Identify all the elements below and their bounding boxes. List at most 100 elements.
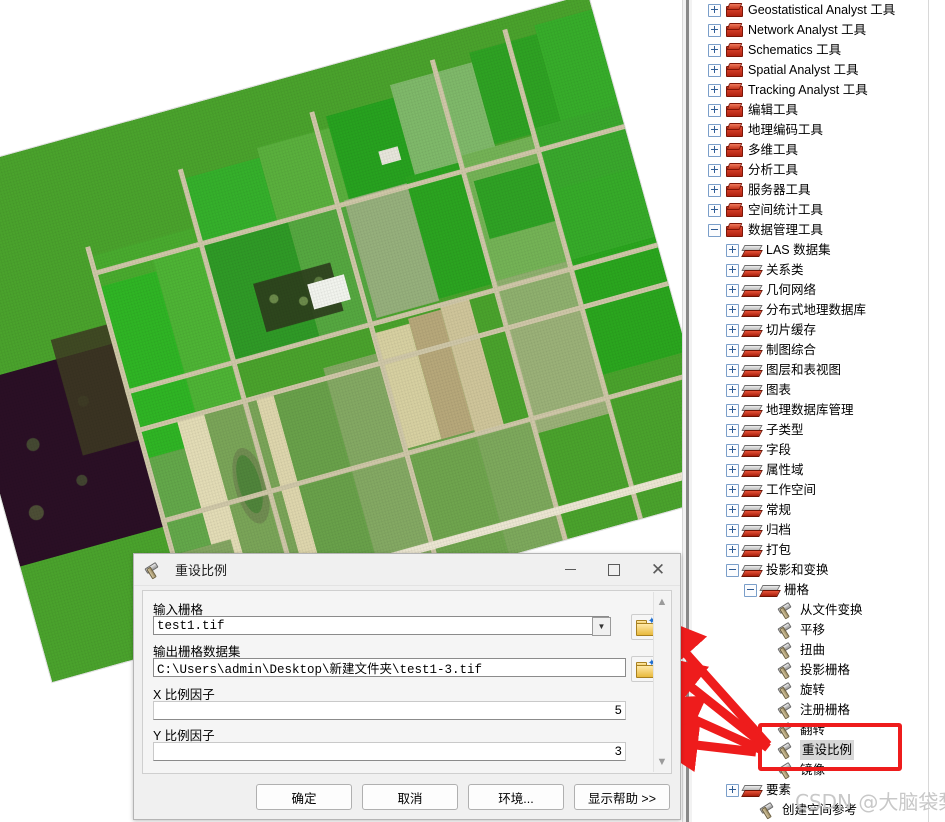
tree-item-29[interactable]: 栅格 [692, 580, 928, 600]
close-button[interactable]: ✕ [636, 555, 680, 585]
expander-plus-icon[interactable] [726, 343, 739, 357]
input-raster-dropdown[interactable]: ▼ [592, 617, 611, 636]
cancel-button[interactable]: 取消 [362, 784, 458, 810]
toolset-icon [743, 322, 761, 338]
geoprocessing-dialog[interactable]: 重设比例 ✕ 输入栅格 test1.tif ▼ ✦ 输出栅格数据集 C:\Use… [133, 553, 681, 820]
expander-minus-icon[interactable] [726, 563, 739, 577]
tree-item-24[interactable]: 工作空间 [692, 480, 928, 500]
expander-plus-icon[interactable] [708, 143, 721, 157]
tree-item-8[interactable]: 分析工具 [692, 160, 928, 180]
toolset-icon [743, 542, 761, 558]
expander-minus-icon[interactable] [708, 223, 721, 237]
tree-item-37[interactable]: 重设比例 [692, 740, 928, 760]
toolset-icon [743, 382, 761, 398]
toolbox-icon [725, 2, 743, 18]
expander-plus-icon[interactable] [708, 63, 721, 77]
expander-plus-icon[interactable] [726, 463, 739, 477]
chevron-down-icon[interactable]: ▼ [654, 754, 670, 770]
tree-item-label: Network Analyst 工具 [748, 23, 867, 37]
tree-item-39[interactable]: 要素 [692, 780, 928, 800]
tree-item-18[interactable]: 图层和表视图 [692, 360, 928, 380]
hammer-icon [777, 682, 795, 698]
tree-item-34[interactable]: 旋转 [692, 680, 928, 700]
tree-item-0[interactable]: Geostatistical Analyst 工具 [692, 0, 928, 20]
expander-plus-icon[interactable] [708, 83, 721, 97]
environments-button[interactable]: 环境... [468, 784, 564, 810]
tree-item-31[interactable]: 平移 [692, 620, 928, 640]
tree-item-28[interactable]: 投影和变换 [692, 560, 928, 580]
expander-plus-icon[interactable] [708, 203, 721, 217]
expander-plus-icon[interactable] [726, 443, 739, 457]
expander-plus-icon[interactable] [726, 263, 739, 277]
tree-item-11[interactable]: 数据管理工具 [692, 220, 928, 240]
tree-item-23[interactable]: 属性域 [692, 460, 928, 480]
expander-plus-icon[interactable] [726, 523, 739, 537]
dialog-scrollbar[interactable]: ▲ ▼ [653, 592, 670, 772]
tree-item-label: 图层和表视图 [766, 363, 842, 377]
tree-item-16[interactable]: 切片缓存 [692, 320, 928, 340]
tree-item-25[interactable]: 常规 [692, 500, 928, 520]
tree-item-4[interactable]: Tracking Analyst 工具 [692, 80, 928, 100]
expander-plus-icon[interactable] [726, 323, 739, 337]
hammer-icon [777, 622, 795, 638]
splitter-grip[interactable] [686, 0, 689, 822]
tree-item-17[interactable]: 制图综合 [692, 340, 928, 360]
tree-item-1[interactable]: Network Analyst 工具 [692, 20, 928, 40]
x-scale-factor-field[interactable]: 5 [153, 701, 626, 720]
expander-plus-icon[interactable] [726, 503, 739, 517]
expander-plus-icon[interactable] [708, 3, 721, 17]
show-help-button[interactable]: 显示帮助 >> [574, 784, 670, 810]
arctoolbox-tree[interactable]: Geostatistical Analyst 工具 Network Analyst… [692, 0, 928, 822]
expander-plus-icon[interactable] [708, 163, 721, 177]
expander-plus-icon[interactable] [708, 103, 721, 117]
expander-plus-icon[interactable] [726, 283, 739, 297]
tree-item-26[interactable]: 归档 [692, 520, 928, 540]
tree-item-33[interactable]: 投影栅格 [692, 660, 928, 680]
tree-item-30[interactable]: 从文件变换 [692, 600, 928, 620]
tree-item-21[interactable]: 子类型 [692, 420, 928, 440]
input-raster-field[interactable]: test1.tif [153, 616, 609, 635]
tree-item-10[interactable]: 空间统计工具 [692, 200, 928, 220]
tree-item-38[interactable]: 镜像 [692, 760, 928, 780]
tree-item-40[interactable]: 创建空间参考 [692, 800, 928, 820]
maximize-button[interactable] [592, 555, 636, 585]
expander-plus-icon[interactable] [726, 483, 739, 497]
expander-plus-icon[interactable] [708, 183, 721, 197]
tree-item-3[interactable]: Spatial Analyst 工具 [692, 60, 928, 80]
tree-item-14[interactable]: 几何网络 [692, 280, 928, 300]
expander-plus-icon[interactable] [726, 383, 739, 397]
tree-item-12[interactable]: LAS 数据集 [692, 240, 928, 260]
output-raster-field[interactable]: C:\Users\admin\Desktop\新建文件夹\test1-3.tif [153, 658, 626, 677]
tree-item-6[interactable]: 地理编码工具 [692, 120, 928, 140]
y-scale-factor-field[interactable]: 3 [153, 742, 626, 761]
minimize-button[interactable] [548, 555, 592, 585]
dialog-title-bar[interactable]: 重设比例 ✕ [134, 554, 680, 586]
expander-plus-icon[interactable] [726, 423, 739, 437]
expander-minus-icon[interactable] [744, 583, 757, 597]
tree-item-5[interactable]: 编辑工具 [692, 100, 928, 120]
tree-item-7[interactable]: 多维工具 [692, 140, 928, 160]
tree-item-19[interactable]: 图表 [692, 380, 928, 400]
tree-item-9[interactable]: 服务器工具 [692, 180, 928, 200]
tree-item-22[interactable]: 字段 [692, 440, 928, 460]
tree-item-2[interactable]: Schematics 工具 [692, 40, 928, 60]
tree-item-label: 旋转 [800, 683, 826, 697]
tree-item-36[interactable]: 翻转 [692, 720, 928, 740]
expander-plus-icon[interactable] [726, 243, 739, 257]
tree-item-13[interactable]: 关系类 [692, 260, 928, 280]
ok-button[interactable]: 确定 [256, 784, 352, 810]
expander-plus-icon[interactable] [726, 363, 739, 377]
tree-item-32[interactable]: 扭曲 [692, 640, 928, 660]
tree-item-15[interactable]: 分布式地理数据库 [692, 300, 928, 320]
chevron-up-icon[interactable]: ▲ [654, 594, 670, 610]
tree-item-35[interactable]: 注册栅格 [692, 700, 928, 720]
expander-plus-icon[interactable] [726, 303, 739, 317]
expander-plus-icon[interactable] [726, 543, 739, 557]
expander-plus-icon[interactable] [708, 23, 721, 37]
tree-item-27[interactable]: 打包 [692, 540, 928, 560]
expander-plus-icon[interactable] [708, 43, 721, 57]
expander-plus-icon[interactable] [726, 783, 739, 797]
expander-plus-icon[interactable] [708, 123, 721, 137]
expander-plus-icon[interactable] [726, 403, 739, 417]
tree-item-20[interactable]: 地理数据库管理 [692, 400, 928, 420]
